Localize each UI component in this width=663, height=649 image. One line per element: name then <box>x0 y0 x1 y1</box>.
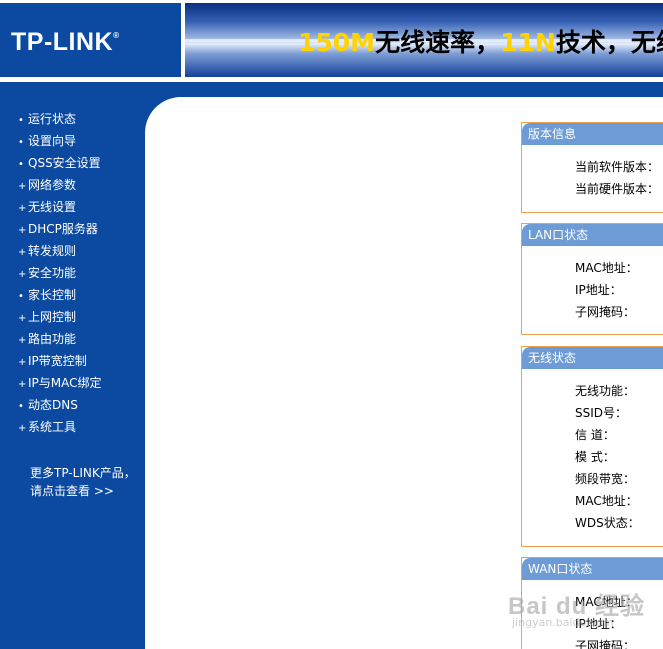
plus-icon: + <box>18 225 27 236</box>
wan-ip-label: IP地址： <box>575 617 622 631</box>
software-version-label: 当前软件版本： <box>575 160 660 174</box>
bullet-icon: • <box>18 137 24 148</box>
wan-panel: WAN口状态 MAC地址： IP地址： 子网掩码： <box>521 557 663 649</box>
sidebar-item-dhcp[interactable]: + DHCP服务器 <box>18 218 98 240</box>
wireless-panel: 无线状态 无线功能： SSID号： 信 道： 模 式： 频段带宽： MAC地址：… <box>521 346 663 547</box>
plus-icon: + <box>18 247 27 258</box>
more-line-2: 请点击查看 >> <box>30 484 114 498</box>
bullet-icon: • <box>18 159 24 170</box>
banner-text: 150M无线速率，11N技术，无线 <box>298 23 663 59</box>
sidebar-item-network[interactable]: + 网络参数 <box>18 174 76 196</box>
banner-highlight-2: 11N <box>500 28 556 57</box>
banner: 150M无线速率，11N技术，无线 <box>185 3 663 77</box>
lan-panel: LAN口状态 MAC地址： IP地址： 子网掩码： <box>521 223 663 335</box>
sidebar-item-security[interactable]: + 安全功能 <box>18 262 76 284</box>
sidebar-item-routing[interactable]: + 路由功能 <box>18 328 76 350</box>
wan-panel-title: WAN口状态 <box>522 558 663 580</box>
plus-icon: + <box>18 313 27 324</box>
bandwidth-label: 频段带宽： <box>575 472 636 486</box>
lan-panel-title: LAN口状态 <box>522 224 663 246</box>
plus-icon: + <box>18 379 27 390</box>
ssid-label: SSID号： <box>575 406 628 420</box>
tp-link-logo[interactable]: TP-LINK® <box>0 3 181 77</box>
wan-subnet-label: 子网掩码： <box>575 639 636 649</box>
sidebar-item-ddns[interactable]: • 动态DNS <box>18 394 78 416</box>
sidebar: • 运行状态 • 设置向导 • QSS安全设置 + 网络参数 + 无线设置 + DHCP服务… <box>0 97 145 649</box>
plus-icon: + <box>18 423 27 434</box>
header-blue-bar <box>0 82 663 97</box>
sidebar-item-parental[interactable]: • 家长控制 <box>18 284 76 306</box>
channel-label: 信 道： <box>575 428 615 442</box>
logo-text: TP-LINK <box>11 28 114 56</box>
sidebar-item-forwarding[interactable]: + 转发规则 <box>18 240 76 262</box>
wireless-mac-label: MAC地址： <box>575 494 638 508</box>
bullet-icon: • <box>18 291 24 302</box>
more-line-1: 更多TP-LINK产品， <box>30 466 136 480</box>
sidebar-item-system-tools[interactable]: + 系统工具 <box>18 416 76 438</box>
hardware-version-label: 当前硬件版本： <box>575 182 660 196</box>
plus-icon: + <box>18 269 27 280</box>
registered-icon: ® <box>113 31 120 40</box>
sidebar-item-run-status[interactable]: • 运行状态 <box>18 108 76 130</box>
header: TP-LINK® 150M无线速率，11N技术，无线 <box>0 0 663 82</box>
bullet-icon: • <box>18 401 24 412</box>
sidebar-item-wireless[interactable]: + 无线设置 <box>18 196 76 218</box>
lan-subnet-label: 子网掩码： <box>575 305 636 319</box>
plus-icon: + <box>18 203 27 214</box>
version-panel: 版本信息 当前软件版本： 当前硬件版本： <box>521 122 663 213</box>
plus-icon: + <box>18 335 27 346</box>
plus-icon: + <box>18 357 27 368</box>
bullet-icon: • <box>18 115 24 126</box>
plus-icon: + <box>18 181 27 192</box>
mode-label: 模 式： <box>575 450 615 464</box>
wan-mac-label: MAC地址： <box>575 595 638 609</box>
version-panel-title: 版本信息 <box>522 123 663 145</box>
wireless-panel-title: 无线状态 <box>522 347 663 369</box>
sidebar-item-bandwidth[interactable]: + IP带宽控制 <box>18 350 87 372</box>
sidebar-item-access-control[interactable]: + 上网控制 <box>18 306 76 328</box>
wds-status-label: WDS状态： <box>575 516 640 530</box>
lan-ip-label: IP地址： <box>575 283 622 297</box>
banner-mid: 无线速率， <box>375 28 501 57</box>
banner-tail: 技术，无线 <box>555 28 663 57</box>
wireless-function-label: 无线功能： <box>575 384 636 398</box>
lan-mac-label: MAC地址： <box>575 261 638 275</box>
sidebar-item-ip-mac[interactable]: + IP与MAC绑定 <box>18 372 102 394</box>
sidebar-item-setup-wizard[interactable]: • 设置向导 <box>18 130 76 152</box>
sidebar-item-qss[interactable]: • QSS安全设置 <box>18 152 101 174</box>
banner-highlight-1: 150M <box>298 28 376 57</box>
more-products-link[interactable]: 更多TP-LINK产品， 请点击查看 >> <box>30 464 136 500</box>
